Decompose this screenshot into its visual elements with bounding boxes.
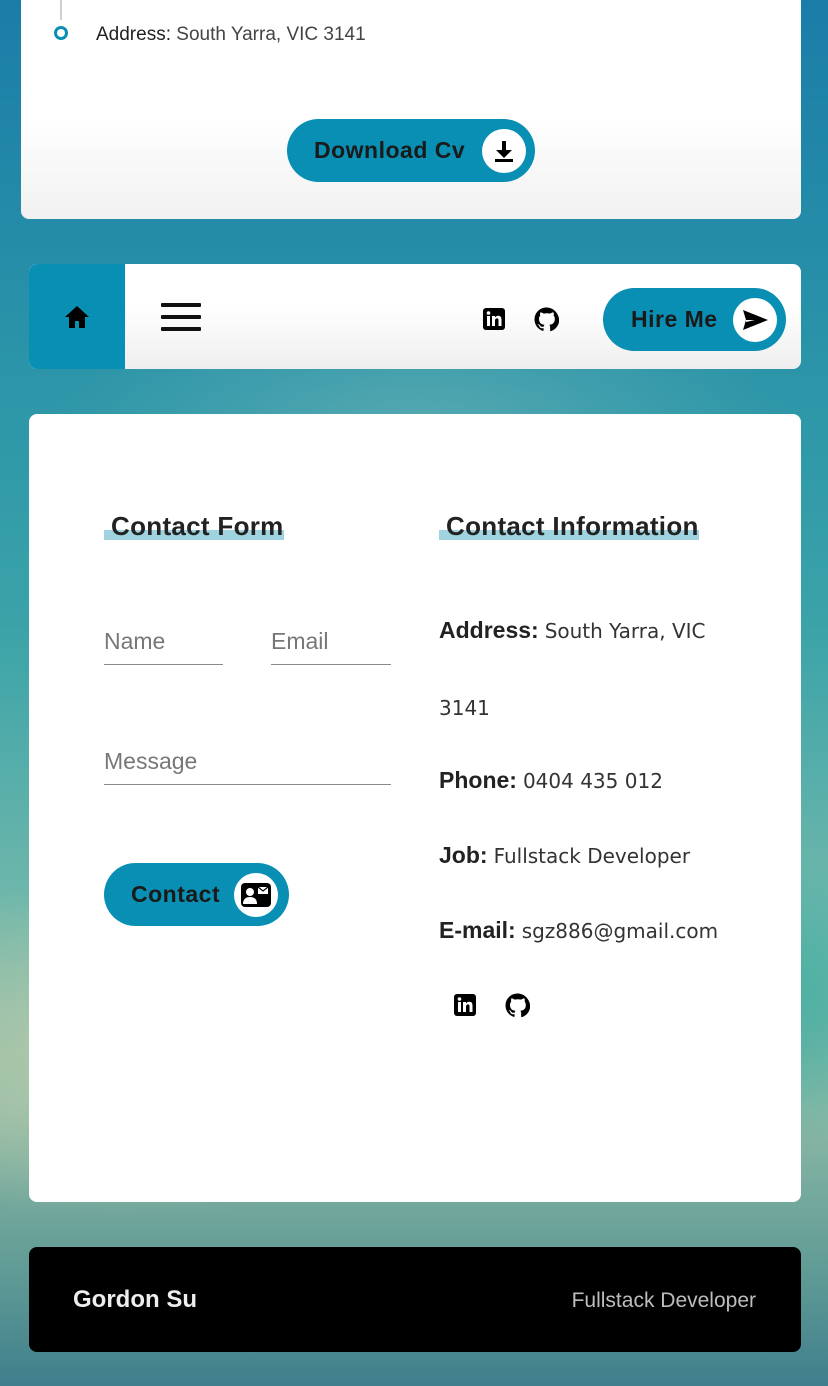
- resume-address: Address: South Yarra, VIC 3141: [96, 24, 366, 46]
- info-phone-value: 0404 435 012: [522, 769, 663, 793]
- info-address-label: Address:: [439, 617, 539, 643]
- linkedin-icon[interactable]: [483, 308, 507, 332]
- info-address: Address: South Yarra, VIC: [439, 617, 706, 644]
- footer: Gordon Su Fullstack Developer: [29, 1247, 801, 1352]
- info-phone: Phone: 0404 435 012: [439, 767, 663, 794]
- github-icon[interactable]: [505, 993, 531, 1018]
- contact-card-icon: [234, 872, 278, 917]
- info-email-value[interactable]: sgz886@gmail.com: [522, 919, 718, 943]
- info-address-value: South Yarra, VIC: [544, 619, 706, 643]
- resume-address-value: South Yarra, VIC 3141: [176, 24, 366, 45]
- info-job-value: Fullstack Developer: [493, 844, 691, 868]
- info-email-label: E-mail:: [439, 917, 516, 943]
- contact-submit-label: Contact: [131, 881, 221, 907]
- name-field[interactable]: [104, 626, 223, 665]
- menu-icon[interactable]: [161, 303, 201, 331]
- timeline-line: [60, 0, 62, 20]
- contact-section: Contact Form Contact Contact Information…: [29, 414, 801, 1202]
- contact-submit-button[interactable]: Contact: [104, 863, 289, 926]
- message-field[interactable]: [104, 746, 391, 785]
- footer-role: Fullstack Developer: [571, 1289, 756, 1312]
- github-icon[interactable]: [534, 307, 560, 332]
- footer-name: Gordon Su: [73, 1286, 197, 1313]
- contact-info-title: Contact Information: [439, 511, 699, 542]
- info-phone-label: Phone:: [439, 767, 517, 793]
- download-icon: [482, 128, 526, 173]
- hire-me-label: Hire Me: [631, 306, 718, 332]
- info-job-label: Job:: [439, 842, 488, 868]
- email-field[interactable]: [271, 626, 391, 665]
- timeline-dot: [54, 26, 68, 40]
- info-address-line2: 3141: [439, 696, 490, 720]
- download-cv-button[interactable]: Download Cv: [287, 119, 535, 182]
- hire-me-button[interactable]: Hire Me: [603, 288, 786, 351]
- resume-address-label: Address:: [96, 24, 171, 45]
- send-icon: [733, 297, 777, 342]
- home-button[interactable]: [29, 264, 125, 369]
- resume-card: Address: South Yarra, VIC 3141 Download …: [21, 0, 801, 219]
- nav-bar: Hire Me: [29, 264, 801, 369]
- contact-form-title: Contact Form: [104, 511, 284, 542]
- info-email: E-mail: sgz886@gmail.com: [439, 917, 718, 944]
- info-job: Job: Fullstack Developer: [439, 842, 690, 869]
- linkedin-icon[interactable]: [454, 994, 478, 1018]
- download-cv-label: Download Cv: [314, 137, 466, 163]
- home-icon: [65, 305, 89, 328]
